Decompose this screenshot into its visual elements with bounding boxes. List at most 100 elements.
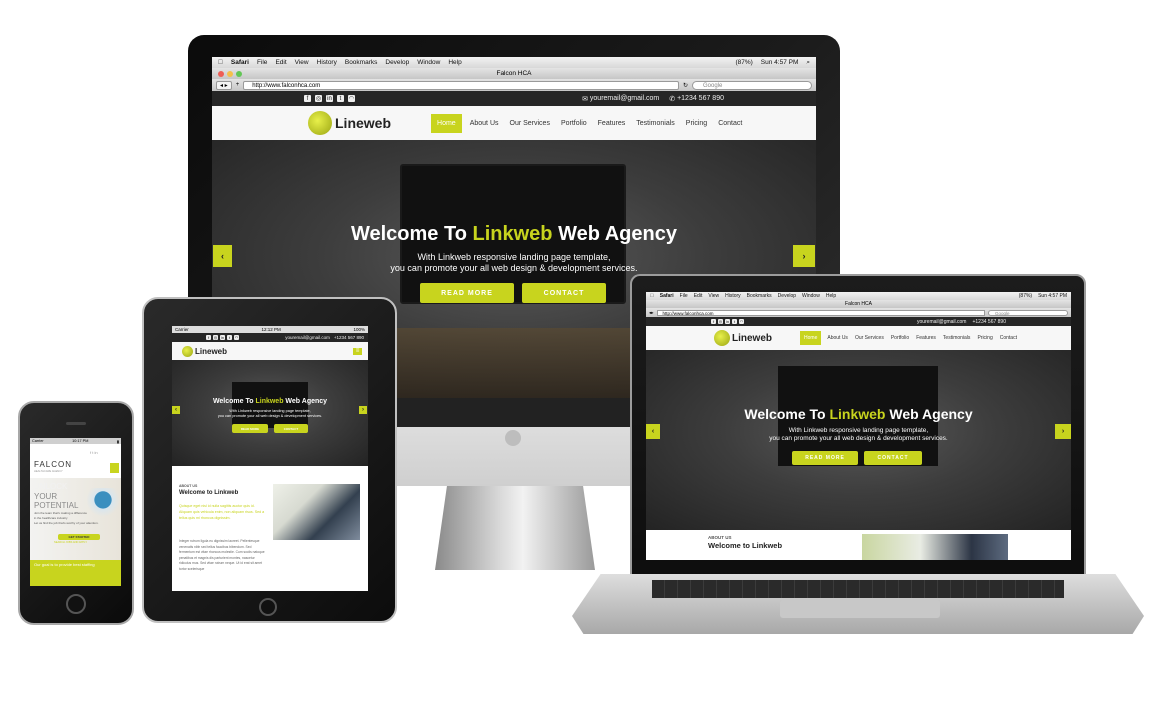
tablet-slider-next-arrow[interactable]: ›: [359, 406, 367, 414]
laptop-slider-prev-arrow[interactable]: ‹: [646, 424, 660, 439]
laptop-linkedin-icon[interactable]: in: [725, 319, 730, 324]
phone-carrier: Carrier: [32, 439, 44, 443]
tablet-rss-icon[interactable]: ◠: [234, 335, 239, 340]
phone-social-icons[interactable]: f t in: [90, 450, 98, 455]
tablet-read-more-button[interactable]: READ MORE: [232, 424, 268, 433]
window-traffic-lights[interactable]: [218, 71, 242, 77]
laptop-menu-window[interactable]: Window: [802, 293, 820, 299]
tablet-facebook-icon[interactable]: f: [206, 335, 211, 340]
tablet-site-logo[interactable]: Lineweb: [195, 347, 227, 356]
menu-help[interactable]: Help: [448, 59, 461, 66]
phone-search-jobs-link[interactable]: SEARCH JOBS AND APPLY: [54, 541, 87, 544]
laptop-slider-next-arrow[interactable]: ›: [1055, 424, 1071, 439]
laptop-menu-bookmarks[interactable]: Bookmarks: [747, 293, 772, 299]
laptop-address-bar[interactable]: http://www.falconhca.com: [656, 309, 985, 316]
laptop-instagram-icon[interactable]: ◎: [718, 319, 723, 324]
laptop-nav-home[interactable]: Home: [800, 331, 822, 345]
laptop-apple-menu-icon[interactable]: : [650, 293, 654, 299]
instagram-icon[interactable]: ◎: [315, 95, 322, 102]
laptop-menu-help[interactable]: Help: [826, 293, 836, 299]
add-tab-icon[interactable]: +: [236, 82, 240, 88]
slider-prev-arrow[interactable]: ‹: [213, 245, 232, 267]
laptop-nav-services[interactable]: Our Services: [855, 335, 884, 341]
apple-menu-icon[interactable]: : [218, 59, 223, 66]
facebook-icon[interactable]: f: [304, 95, 311, 102]
social-icons[interactable]: f ◎ in t ◠: [304, 95, 355, 102]
rss-icon[interactable]: ◠: [348, 95, 355, 102]
menu-file[interactable]: File: [257, 59, 267, 66]
nav-home[interactable]: Home: [431, 113, 462, 133]
search-field[interactable]: Google: [692, 80, 812, 90]
laptop-search-field[interactable]: Google: [988, 309, 1068, 316]
phone-home-button[interactable]: [66, 594, 86, 614]
laptop-menu-file[interactable]: File: [680, 293, 688, 299]
tablet-time: 12:12 PM: [261, 327, 281, 332]
tablet-slider-prev-arrow[interactable]: ‹: [172, 406, 180, 414]
reload-icon[interactable]: ↻: [683, 82, 688, 89]
laptop-nav-pricing[interactable]: Pricing: [977, 335, 992, 341]
laptop-nav-portfolio[interactable]: Portfolio: [891, 335, 909, 341]
menu-window[interactable]: Window: [417, 59, 440, 66]
nav-testimonials[interactable]: Testimonials: [636, 120, 675, 127]
laptop-menu-develop[interactable]: Develop: [778, 293, 796, 299]
tablet-lineweb-logo-icon[interactable]: [182, 345, 193, 357]
laptop-nav-testimonials[interactable]: Testimonials: [943, 335, 971, 341]
nav-pricing[interactable]: Pricing: [686, 120, 707, 127]
laptop-menu-history[interactable]: History: [725, 293, 741, 299]
nav-features[interactable]: Features: [598, 120, 626, 127]
phone-get-started-button[interactable]: GET STARTED: [58, 534, 100, 540]
laptop-menu-view[interactable]: View: [708, 293, 719, 299]
menu-edit[interactable]: Edit: [275, 59, 286, 66]
nav-services[interactable]: Our Services: [510, 120, 550, 127]
contact-button[interactable]: CONTACT: [522, 283, 606, 303]
laptop-nav-features[interactable]: Features: [916, 335, 936, 341]
read-more-button[interactable]: READ MORE: [420, 283, 514, 303]
nav-contact[interactable]: Contact: [718, 120, 742, 127]
nav-about[interactable]: About Us: [470, 120, 499, 127]
nav-portfolio[interactable]: Portfolio: [561, 120, 587, 127]
site-logo[interactable]: Lineweb: [335, 115, 391, 131]
laptop-facebook-icon[interactable]: f: [711, 319, 716, 324]
menu-develop[interactable]: Develop: [385, 59, 409, 66]
linkedin-icon[interactable]: in: [326, 95, 333, 102]
tablet-contact-phone[interactable]: +1234 567 890: [334, 335, 364, 340]
back-forward-icon[interactable]: ◂ ▸: [216, 80, 232, 90]
tablet-hamburger-menu-icon[interactable]: ≡: [353, 347, 362, 355]
address-bar[interactable]: http://www.falconhca.com: [243, 80, 679, 90]
twitter-icon[interactable]: t: [337, 95, 344, 102]
slider-next-arrow[interactable]: ›: [793, 245, 815, 267]
zoom-window-icon[interactable]: [236, 71, 242, 77]
laptop-lineweb-logo-icon[interactable]: [714, 330, 730, 346]
menu-bookmarks[interactable]: Bookmarks: [345, 59, 378, 66]
laptop-back-forward-icon[interactable]: ◂▸: [649, 310, 654, 316]
laptop-twitter-icon[interactable]: t: [732, 319, 737, 324]
minimize-window-icon[interactable]: [227, 71, 233, 77]
tablet-linkedin-icon[interactable]: in: [220, 335, 225, 340]
laptop-site-logo[interactable]: Lineweb: [732, 333, 772, 344]
close-window-icon[interactable]: [218, 71, 224, 77]
spotlight-icon[interactable]: ⌕: [806, 59, 810, 67]
phone-brand[interactable]: FALCON: [34, 460, 72, 469]
laptop-contact-email[interactable]: youremail@gmail.com: [917, 319, 967, 325]
tablet-instagram-icon[interactable]: ◎: [213, 335, 218, 340]
laptop-screen:  Safari File Edit View History Bookmark…: [646, 292, 1071, 560]
menu-history[interactable]: History: [317, 59, 337, 66]
laptop-contact-phone[interactable]: +1234 567 890: [972, 319, 1006, 325]
laptop-rss-icon[interactable]: ◠: [739, 319, 744, 324]
tablet-twitter-icon[interactable]: t: [227, 335, 232, 340]
phone-menu-icon[interactable]: [110, 463, 119, 473]
tablet-contact-email[interactable]: youremail@gmail.com: [285, 335, 330, 340]
contact-phone[interactable]: +1234 567 890: [677, 95, 724, 102]
laptop-menu-edit[interactable]: Edit: [694, 293, 703, 299]
menu-safari[interactable]: Safari: [231, 59, 249, 66]
laptop-nav-about[interactable]: About Us: [827, 335, 848, 341]
tablet-home-button[interactable]: [259, 598, 277, 616]
tablet-contact-button[interactable]: CONTACT: [274, 424, 308, 433]
laptop-read-more-button[interactable]: READ MORE: [792, 451, 858, 465]
laptop-nav-contact[interactable]: Contact: [1000, 335, 1017, 341]
contact-email[interactable]: youremail@gmail.com: [590, 95, 659, 102]
menu-view[interactable]: View: [295, 59, 309, 66]
lineweb-logo-icon[interactable]: [308, 111, 332, 135]
laptop-contact-button[interactable]: CONTACT: [864, 451, 922, 465]
laptop-menu-safari[interactable]: Safari: [660, 293, 674, 299]
